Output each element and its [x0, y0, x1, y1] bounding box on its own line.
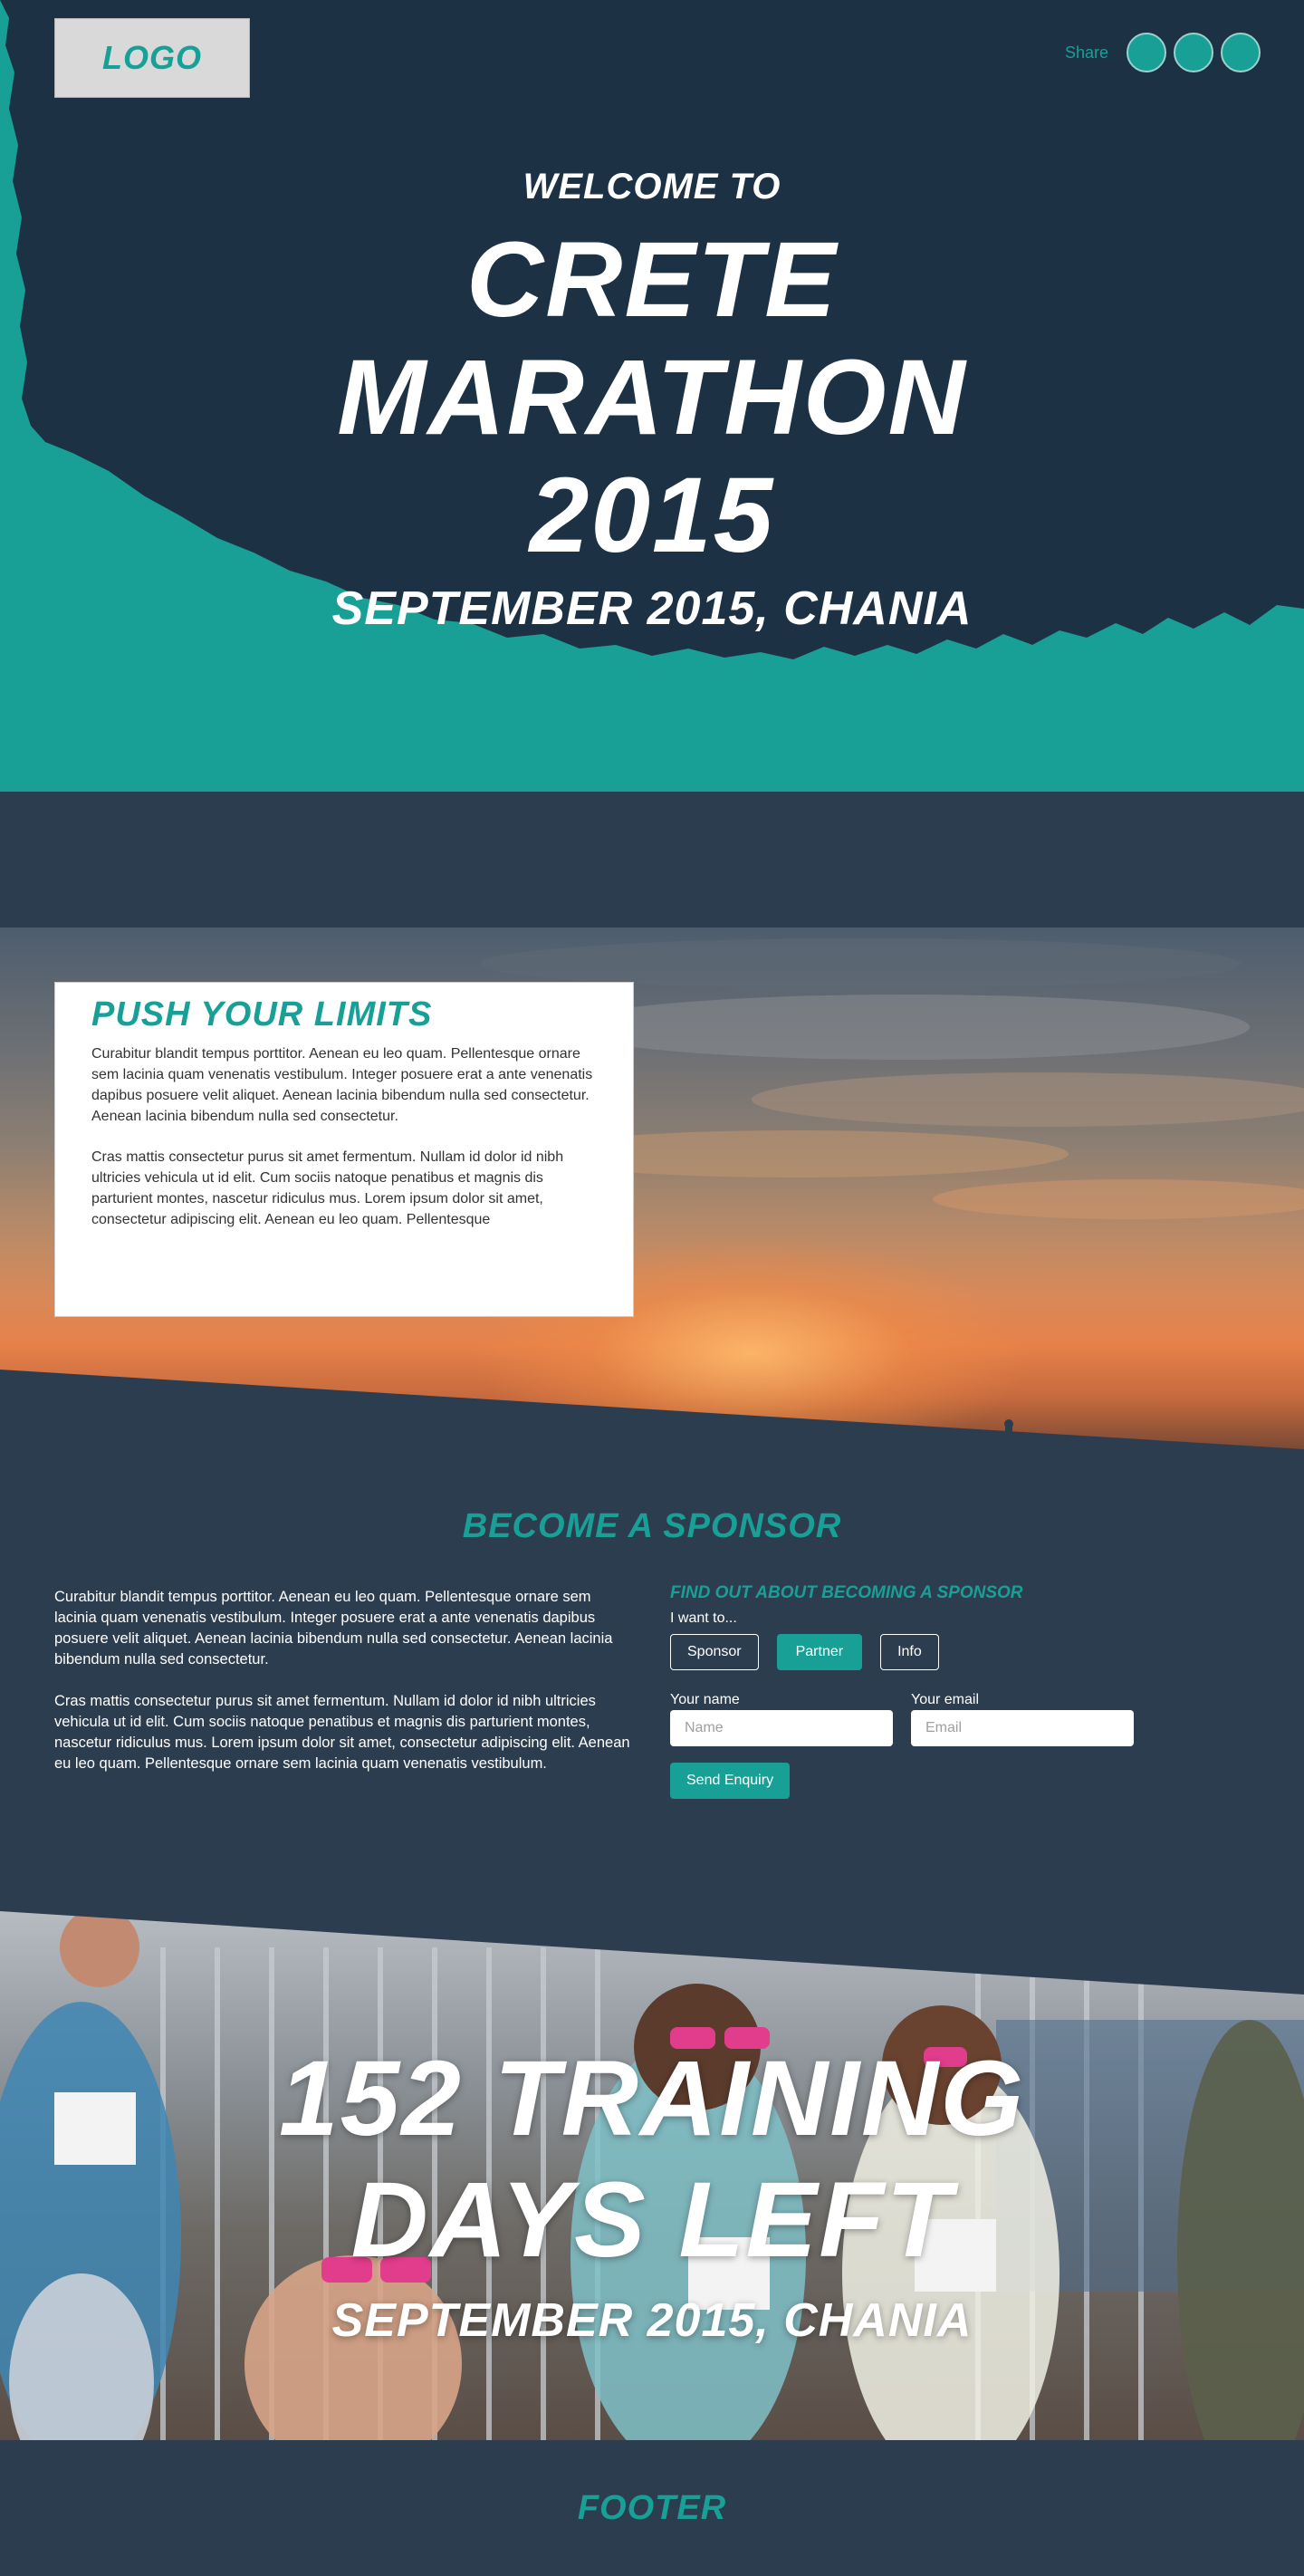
logo[interactable]: LOGO [54, 18, 250, 98]
intro-paragraph-1: Curabitur blandit tempus porttitor. Aene… [91, 1046, 593, 1124]
option-info-button[interactable]: Info [880, 1634, 939, 1670]
footer: FOOTER [0, 2440, 1304, 2576]
hero-welcome: WELCOME TO [523, 167, 781, 207]
form-fields: Your name Your email [670, 1692, 1177, 1746]
form-heading: FIND OUT ABOUT BECOMING A SPONSOR [670, 1583, 1023, 1602]
want-label: I want to... [670, 1610, 737, 1626]
countdown-line-2: DAYS LEFT [350, 2160, 954, 2280]
option-sponsor-button[interactable]: Sponsor [670, 1634, 759, 1670]
option-group: Sponsor Partner Info [670, 1634, 1177, 1670]
email-label: Your email [911, 1692, 980, 1707]
share-bar: Share [1065, 33, 1261, 72]
sponsor-form: FIND OUT ABOUT BECOMING A SPONSOR I want… [670, 1583, 1177, 1799]
hero-date: SEPTEMBER 2015, CHANIA [331, 582, 973, 635]
share-button-1[interactable] [1127, 33, 1166, 72]
hero-section: LOGO Share WELCOME TO CRETE MARATHON 201… [0, 0, 1304, 792]
name-input[interactable] [670, 1710, 893, 1746]
intro-title: PUSH YOUR LIMITS [91, 995, 433, 1033]
option-partner-button[interactable]: Partner [776, 1634, 863, 1670]
countdown-line-1: 152 TRAINING [279, 2039, 1025, 2158]
sponsor-text: Curabitur blandit tempus porttitor. Aene… [54, 1587, 634, 1795]
share-button-3[interactable] [1221, 33, 1261, 72]
name-label: Your name [670, 1692, 740, 1707]
logo-text: LOGO [102, 39, 202, 76]
hero-title-line-3: 2015 [529, 456, 775, 575]
email-field-group: Your email [911, 1692, 1134, 1746]
sponsor-title: BECOME A SPONSOR [462, 1507, 842, 1545]
countdown-date: SEPTEMBER 2015, CHANIA [331, 2294, 973, 2347]
share-button-2[interactable] [1174, 33, 1213, 72]
intro-card: PUSH YOUR LIMITS Curabitur blandit tempu… [54, 982, 634, 1317]
hero-title-line-1: CRETE [466, 220, 838, 340]
send-enquiry-button[interactable]: Send Enquiry [670, 1763, 791, 1799]
intro-paragraph-2: Cras mattis consectetur purus sit amet f… [91, 1149, 564, 1227]
sponsor-paragraph-2: Cras mattis consectetur purus sit amet f… [54, 1693, 630, 1772]
hero-title-line-2: MARATHON [337, 338, 967, 457]
sponsor-paragraph-1: Curabitur blandit tempus porttitor. Aene… [54, 1589, 613, 1668]
name-field-group: Your name [670, 1692, 893, 1746]
email-input[interactable] [911, 1710, 1134, 1746]
share-label: Share [1064, 43, 1108, 62]
footer-label: FOOTER [577, 2488, 727, 2527]
hero-title: CRETE MARATHON 2015 [0, 221, 1304, 574]
countdown-heading: 152 TRAINING DAYS LEFT [0, 2038, 1304, 2281]
